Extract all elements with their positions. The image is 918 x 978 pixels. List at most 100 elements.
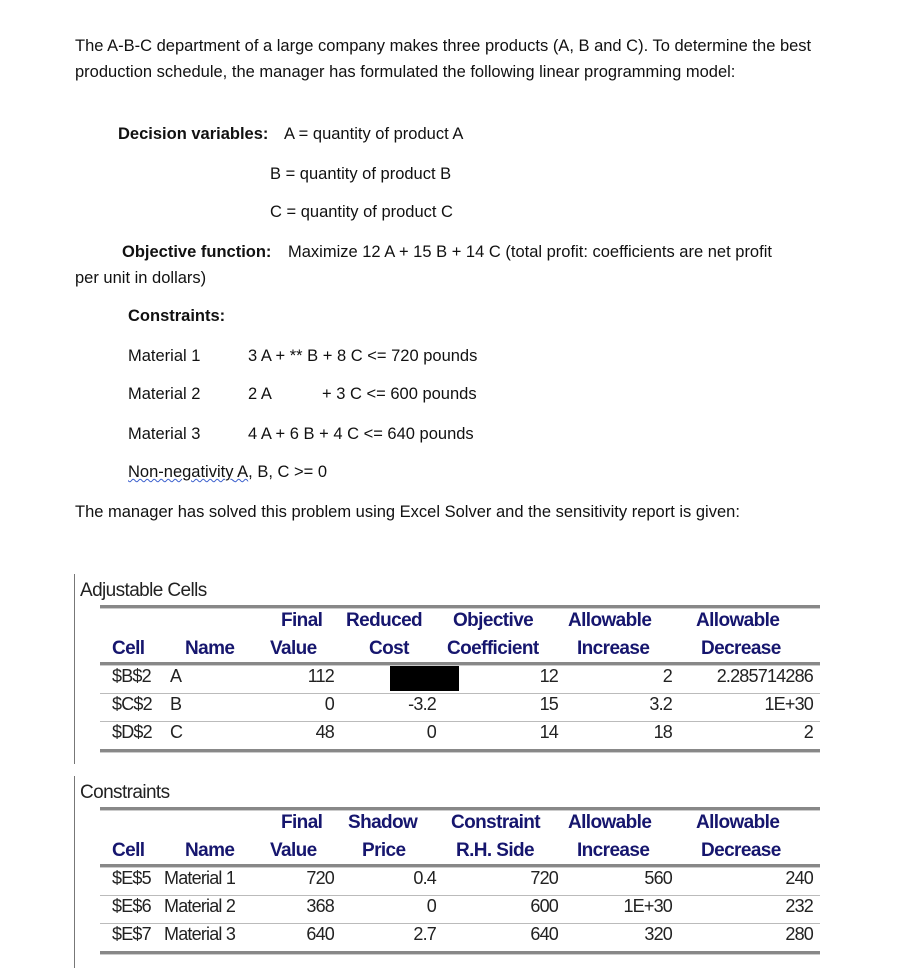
cell-final-value: 368 — [306, 896, 334, 916]
nonneg-label: Non-negativity — [128, 463, 234, 481]
constraint-expr-2a: 2 A — [248, 385, 272, 403]
cell-constraint-rhs: 720 — [530, 868, 558, 888]
header-allowable-dec: Allowable — [696, 610, 780, 631]
objective-text: Maximize 12 A + 15 B + 14 C (total profi… — [288, 243, 772, 261]
constraints-report: Constraints Final Shadow Constraint Allo… — [74, 776, 824, 968]
cell-name: A — [170, 666, 182, 686]
cell-cell: $E$6 — [112, 896, 152, 916]
cell-allowable-increase: 2 — [662, 666, 673, 686]
header-rh-side: R.H. Side — [456, 840, 535, 861]
cell-constraint-rhs: 600 — [530, 896, 558, 916]
cell-cell: $D$2 — [112, 722, 153, 742]
constraint-expr-2b: + 3 C <= 600 pounds — [322, 385, 477, 403]
decision-var-b: B = quantity of product B — [270, 165, 452, 183]
cell-allowable-increase: 320 — [644, 924, 672, 944]
header-coefficient: Coefficient — [447, 638, 539, 659]
outro-text: The manager has solved this problem usin… — [75, 503, 740, 521]
header-cell: Cell — [112, 840, 145, 861]
cell-cell: $C$2 — [112, 694, 153, 714]
cell-allowable-increase: 18 — [653, 722, 673, 742]
nonnegativity: Non-negativity A, B, C >= 0 — [128, 462, 327, 482]
header-name: Name — [185, 840, 235, 861]
cell-name: Material 1 — [164, 868, 236, 888]
cell-cell: $B$2 — [112, 666, 152, 686]
cell-final-value: 0 — [324, 694, 335, 714]
bottom-rule — [100, 749, 820, 753]
cell-allowable-decrease: 1E+30 — [764, 694, 813, 714]
header-value: Value — [270, 840, 317, 861]
objective-cont: per unit in dollars) — [75, 269, 207, 287]
cell-final-value: 112 — [307, 666, 335, 686]
header-cell: Cell — [112, 638, 145, 659]
objective-label: Objective function: — [122, 243, 272, 261]
constraint-name-1: Material 1 — [128, 347, 201, 365]
adjustable-cells-report: Adjustable Cells Final Reduced Objective… — [74, 574, 824, 764]
header-increase: Increase — [577, 840, 650, 861]
cell-shadow-price: 2.7 — [413, 924, 436, 944]
header-decrease: Decrease — [701, 638, 781, 659]
header-objective: Objective — [453, 610, 534, 631]
constraints-title: Constraints — [80, 782, 170, 803]
adjustable-title: Adjustable Cells — [80, 580, 207, 601]
cell-objective-coefficient: 15 — [539, 694, 559, 714]
header-final: Final — [281, 812, 323, 833]
constraint-expr-3: 4 A + 6 B + 4 C <= 640 pounds — [248, 425, 474, 443]
cell-allowable-increase: 3.2 — [649, 694, 672, 714]
cell-shadow-price: 0 — [426, 896, 437, 916]
cell-objective-coefficient: 12 — [539, 666, 559, 686]
cell-name: Material 3 — [164, 924, 236, 944]
cell-cell: $E$5 — [112, 868, 152, 888]
row-divider — [100, 693, 820, 694]
constraints-label: Constraints: — [128, 307, 226, 325]
cell-constraint-rhs: 640 — [530, 924, 558, 944]
cell-allowable-decrease: 240 — [785, 868, 813, 888]
cell-name: B — [170, 694, 182, 714]
header-constraint: Constraint — [451, 812, 541, 833]
header-shadow: Shadow — [348, 812, 418, 833]
title-rule — [100, 807, 820, 811]
decision-var-c: C = quantity of product C — [270, 203, 453, 221]
header-reduced: Reduced — [346, 610, 423, 631]
cell-allowable-decrease: 2.285714286 — [716, 666, 814, 686]
cell-final-value: 720 — [306, 868, 334, 888]
cell-final-value: 48 — [315, 722, 335, 742]
title-rule — [100, 605, 820, 609]
decision-label: Decision variables: — [118, 125, 269, 143]
cell-allowable-increase: 1E+30 — [623, 896, 672, 916]
header-name: Name — [185, 638, 235, 659]
constraint-expr-1: 3 A + ** B + 8 C <= 720 pounds — [248, 347, 478, 365]
intro-paragraph: The A-B-C department of a large company … — [75, 37, 812, 81]
header-final: Final — [281, 610, 323, 631]
header-increase: Increase — [577, 638, 650, 659]
header-rule — [100, 662, 820, 666]
header-allowable-inc: Allowable — [568, 812, 652, 833]
cell-cell: $E$7 — [112, 924, 152, 944]
header-decrease: Decrease — [701, 840, 781, 861]
cell-allowable-decrease: 232 — [785, 896, 813, 916]
row-divider — [100, 721, 820, 722]
cell-allowable-decrease: 2 — [803, 722, 814, 742]
cell-objective-coefficient: 14 — [539, 722, 559, 742]
bottom-rule — [100, 951, 820, 955]
redacted-reduced-cost — [390, 666, 459, 691]
cell-shadow-price: 0.4 — [413, 868, 436, 888]
decision-var-a: A = quantity of product A — [284, 125, 464, 143]
header-price: Price — [362, 840, 406, 861]
header-cost: Cost — [369, 638, 409, 659]
report-left-border — [74, 776, 75, 968]
constraint-name-2: Material 2 — [128, 385, 201, 403]
cell-allowable-increase: 560 — [644, 868, 672, 888]
cell-allowable-decrease: 280 — [785, 924, 813, 944]
header-allowable-inc: Allowable — [568, 610, 652, 631]
cell-name: Material 2 — [164, 896, 236, 916]
cell-reduced-cost: -3.2 — [408, 694, 437, 714]
cell-final-value: 640 — [306, 924, 334, 944]
cell-name: C — [170, 722, 183, 742]
cell-reduced-cost: 0 — [426, 722, 437, 742]
nonneg-rest: , B, C >= 0 — [248, 463, 328, 481]
header-allowable-dec: Allowable — [696, 812, 780, 833]
nonneg-a: A — [233, 463, 249, 481]
header-value: Value — [270, 638, 317, 659]
constraint-name-3: Material 3 — [128, 425, 201, 443]
report-left-border — [74, 574, 75, 764]
